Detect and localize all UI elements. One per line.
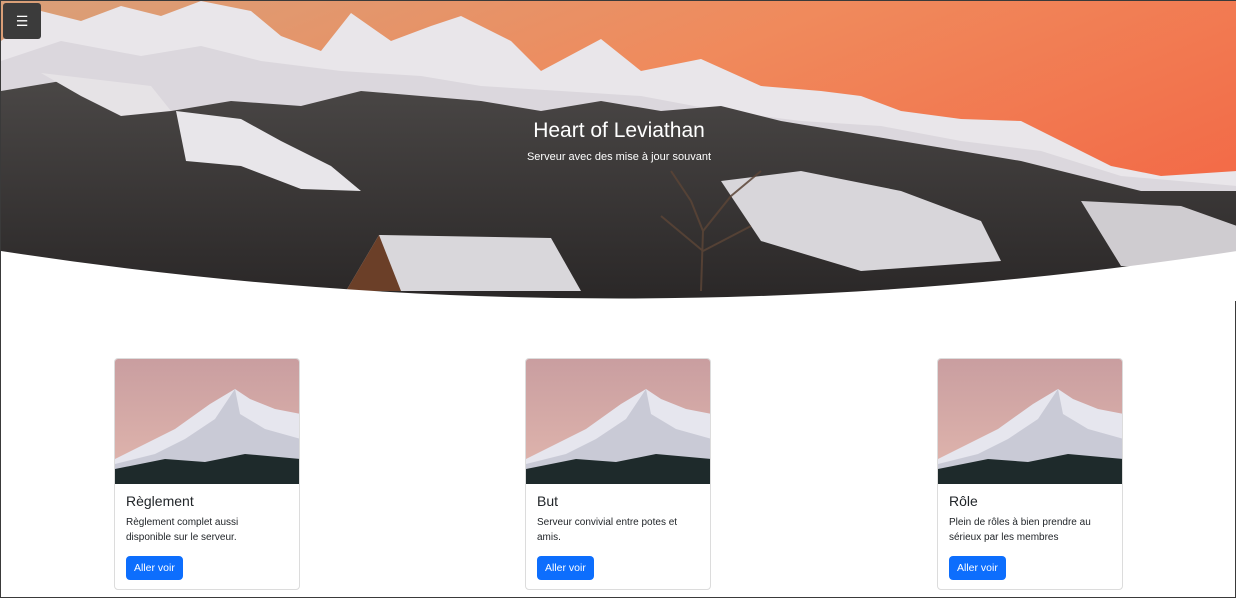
hero-banner: ☰ Heart of Leviathan Serveur avec des mi…	[1, 1, 1236, 301]
card-role: Rôle Plein de rôles à bien prendre au sé…	[937, 358, 1123, 590]
menu-toggle-button[interactable]: ☰	[3, 3, 41, 39]
aller-voir-button[interactable]: Aller voir	[126, 556, 183, 580]
card-title: But	[537, 493, 559, 509]
hero-title: Heart of Leviathan	[533, 119, 705, 142]
card-reglement: Règlement Règlement complet aussi dispon…	[114, 358, 300, 590]
aller-voir-button[interactable]: Aller voir	[537, 556, 594, 580]
card-title: Rôle	[949, 493, 978, 509]
card-mountain-image	[938, 359, 1122, 484]
hero-subtitle: Serveur avec des mise à jour souvant	[526, 151, 712, 163]
card-mountain-image	[526, 359, 710, 484]
card-mountain-image	[115, 359, 299, 484]
card-text: Plein de rôles à bien prendre au sérieux…	[949, 517, 1091, 543]
card-but: But Serveur convivial entre potes et ami…	[525, 358, 711, 590]
card-text: Serveur convivial entre potes et amis.	[537, 517, 678, 543]
aller-voir-button[interactable]: Aller voir	[949, 556, 1006, 580]
card-title: Règlement	[126, 493, 194, 509]
card-text: Règlement complet aussi disponible sur l…	[126, 517, 239, 543]
